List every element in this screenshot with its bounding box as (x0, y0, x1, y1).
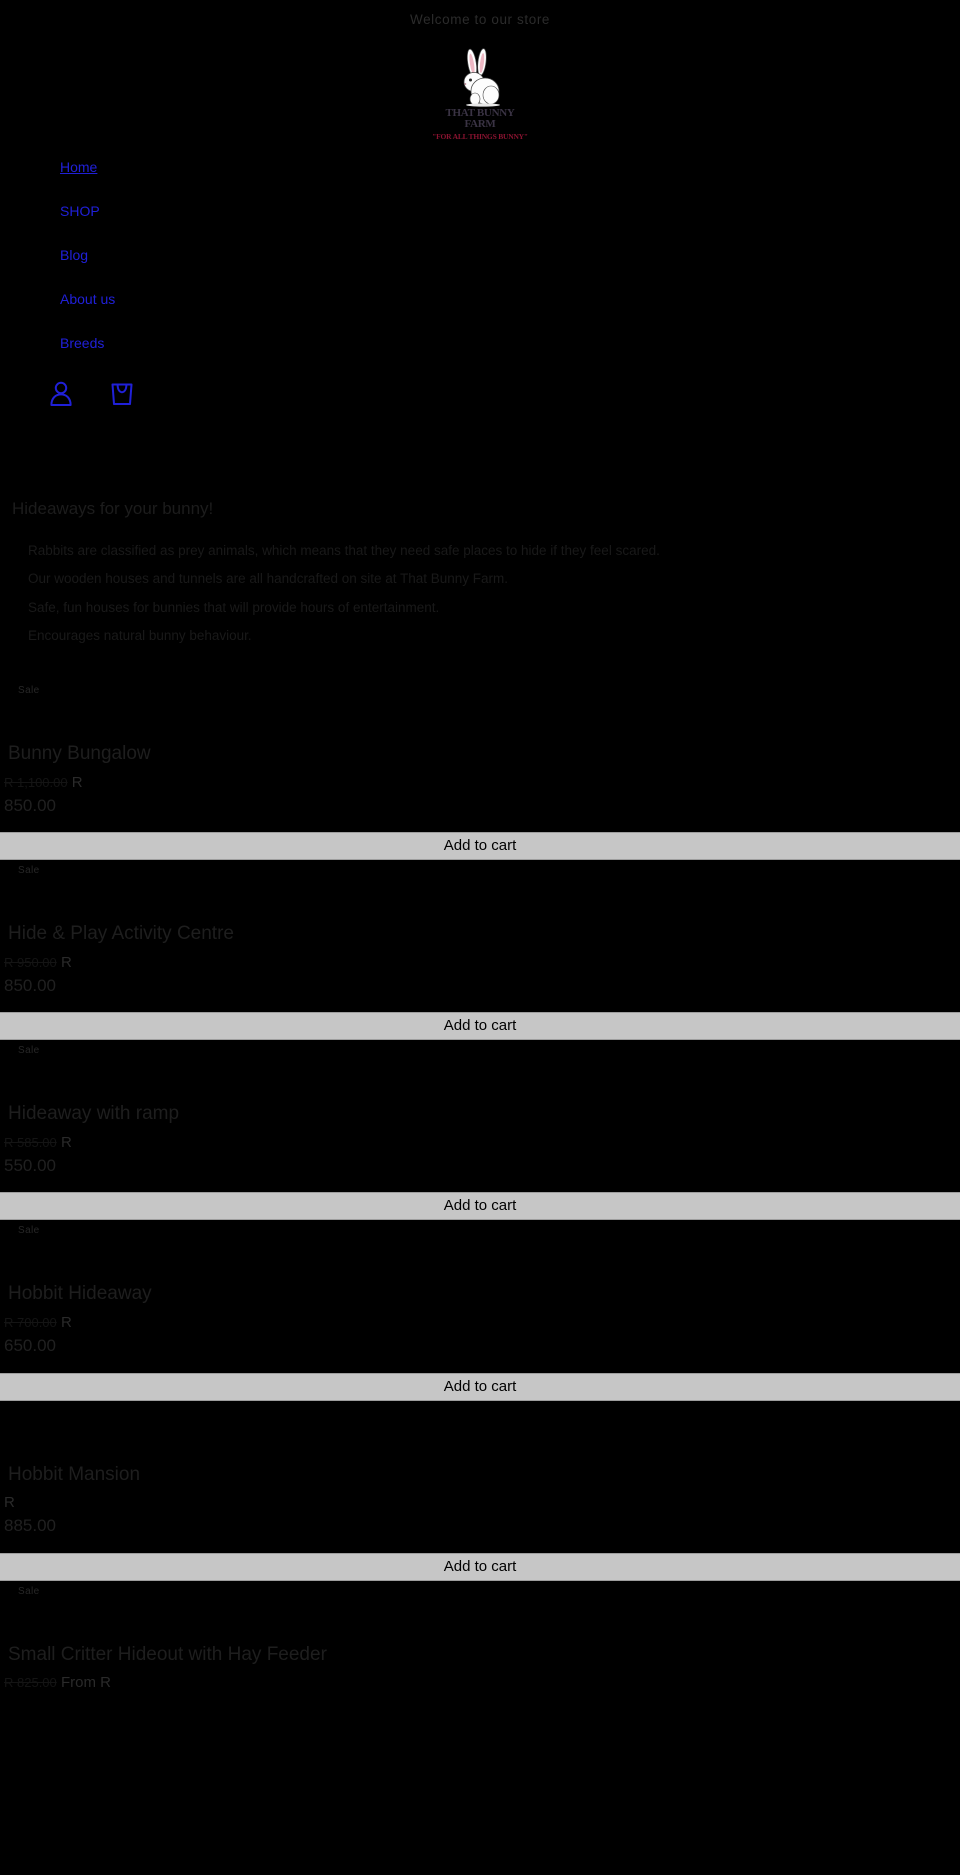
section-intro: Rabbits are classified as prey animals, … (0, 541, 960, 646)
intro-line: Encourages natural bunny behaviour. (28, 627, 252, 643)
nav-item-about-us[interactable]: About us (60, 291, 115, 307)
product-card: Sale Bunny Bungalow R 1,100.00 R 850.00 … (0, 680, 960, 861)
product-price: R 585.00 R 550.00 (0, 1132, 960, 1178)
price-currency: R (4, 1494, 15, 1512)
price-currency: R (60, 1314, 72, 1332)
price-original: R 700.00 (4, 1315, 57, 1331)
intro-line: Our wooden houses and tunnels are all ha… (28, 571, 509, 587)
product-price: R 700.00 R 650.00 (0, 1312, 960, 1358)
cart-icon[interactable] (108, 379, 136, 407)
product-card: Hobbit Mansion R 885.00 Add to cart (0, 1401, 960, 1581)
sale-badge: Sale (18, 1045, 40, 1057)
account-icon[interactable] (48, 379, 74, 407)
product-card: Sale Small Critter Hideout with Hay Feed… (0, 1581, 960, 1695)
product-price: R 950.00 R 850.00 (0, 952, 960, 998)
announcement-bar: Welcome to our store (409, 12, 551, 27)
price-sale: 885.00 (4, 1516, 56, 1536)
price-original: R 1,100.00 (4, 774, 68, 790)
add-to-cart-button[interactable]: Add to cart (0, 1552, 960, 1581)
price-sale: 650.00 (4, 1335, 56, 1355)
product-title[interactable]: Hide & Play Activity Centre (0, 922, 960, 946)
product-image[interactable] (0, 1419, 960, 1453)
product-price: R 885.00 (0, 1492, 960, 1538)
price-currency: R (71, 773, 83, 791)
product-image[interactable] (0, 1599, 960, 1633)
product-title[interactable]: Small Critter Hideout with Hay Feeder (0, 1643, 960, 1667)
product-title[interactable]: Hobbit Hideaway (0, 1282, 960, 1306)
product-list: Sale Bunny Bungalow R 1,100.00 R 850.00 … (0, 680, 960, 1694)
product-title[interactable]: Hobbit Mansion (0, 1463, 960, 1487)
price-sale: 850.00 (4, 975, 56, 995)
intro-line: Safe, fun houses for bunnies that will p… (28, 599, 440, 615)
product-card: Sale Hobbit Hideaway R 700.00 R 650.00 A… (0, 1220, 960, 1401)
add-to-cart-button[interactable]: Add to cart (0, 1192, 960, 1221)
sale-badge: Sale (18, 685, 40, 696)
intro-line: Rabbits are classified as prey animals, … (28, 543, 660, 558)
product-image[interactable] (0, 878, 960, 912)
section-heading: Hideaways for your bunny! (12, 499, 214, 518)
store-page: Welcome to our store THAT BUNNY FARM "FO… (0, 0, 960, 1875)
price-sale: 850.00 (4, 795, 56, 815)
price-currency: From R (60, 1674, 111, 1692)
add-to-cart-button[interactable]: Add to cart (0, 1012, 960, 1041)
logo-tagline: "FOR ALL THINGS BUNNY" (432, 132, 528, 141)
product-card: Sale Hide & Play Activity Centre R 950.0… (0, 860, 960, 1041)
nav-item-blog[interactable]: Blog (60, 247, 88, 263)
product-price: R 1,100.00 R 850.00 (0, 772, 960, 818)
price-currency: R (60, 953, 72, 971)
utility-icon-row (0, 379, 960, 407)
product-image[interactable] (0, 1058, 960, 1092)
price-original: R 585.00 (4, 1135, 57, 1151)
nav-item-shop[interactable]: SHOP (60, 203, 100, 219)
nav-item-breeds[interactable]: Breeds (60, 335, 104, 351)
price-original: R 950.00 (4, 954, 57, 970)
product-card: Sale Hideaway with ramp R 585.00 R 550.0… (0, 1040, 960, 1221)
product-price: R 825.00 From R (0, 1672, 960, 1694)
price-currency: R (60, 1134, 72, 1152)
price-original: R 825.00 (4, 1675, 57, 1691)
product-image[interactable] (0, 698, 960, 732)
sale-badge: Sale (18, 865, 40, 877)
price-sale: 550.00 (4, 1155, 56, 1175)
add-to-cart-button[interactable]: Add to cart (0, 832, 960, 861)
add-to-cart-button[interactable]: Add to cart (0, 1372, 960, 1401)
product-title[interactable]: Bunny Bungalow (0, 742, 960, 766)
main-navigation: Home SHOP Blog About us Breeds (0, 159, 960, 351)
product-image[interactable] (0, 1238, 960, 1272)
sale-badge: Sale (18, 1585, 40, 1597)
nav-item-home[interactable]: Home (60, 159, 97, 175)
logo-wordmark: THAT BUNNY FARM (445, 107, 515, 130)
site-logo[interactable]: THAT BUNNY FARM "FOR ALL THINGS BUNNY" (0, 47, 960, 141)
sale-badge: Sale (18, 1225, 40, 1237)
product-title[interactable]: Hideaway with ramp (0, 1102, 960, 1126)
bunny-icon (432, 47, 528, 109)
